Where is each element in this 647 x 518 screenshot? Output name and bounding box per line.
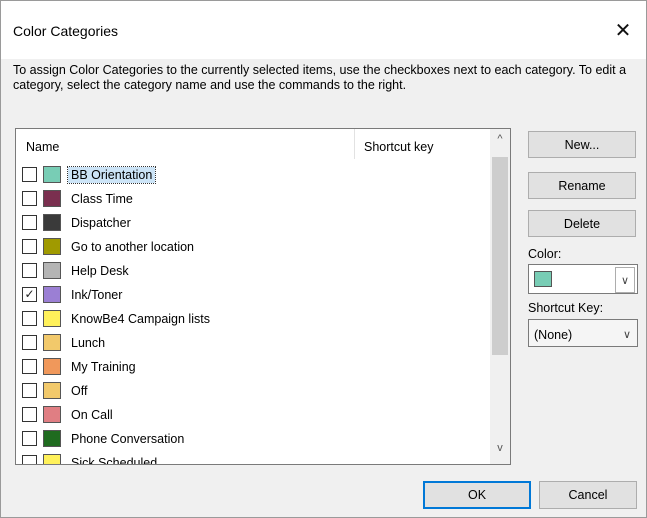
category-list[interactable]: Name Shortcut key BB Orientation Class Ti… [15,128,511,465]
category-row[interactable]: My Training [16,355,490,379]
new-button[interactable]: New... [528,131,636,158]
chevron-down-icon: ∨ [622,329,631,341]
category-name[interactable]: Lunch [68,335,108,351]
category-color-swatch [43,430,61,447]
close-button[interactable]: ✕ [601,11,645,49]
scroll-up-icon[interactable]: ^ [490,133,510,149]
category-name[interactable]: Class Time [68,191,136,207]
category-row[interactable]: Go to another location [16,235,490,259]
category-name[interactable]: Ink/Toner [68,287,125,303]
ok-button[interactable]: OK [423,481,531,509]
category-color-swatch [43,358,61,375]
category-name[interactable]: Phone Conversation [68,431,187,447]
category-color-swatch [43,166,61,183]
category-checkbox[interactable] [22,263,37,278]
category-color-swatch [43,214,61,231]
scroll-thumb[interactable] [492,157,508,355]
category-checkbox[interactable] [22,359,37,374]
window-title: Color Categories [13,23,119,39]
checkmark-icon: ✓ [24,287,35,301]
instructions-text: To assign Color Categories to the curren… [13,63,627,92]
category-row[interactable]: Phone Conversation [16,427,490,451]
category-checkbox[interactable] [22,191,37,206]
category-color-swatch [43,238,61,255]
category-color-swatch [43,190,61,207]
color-label: Color: [528,247,562,261]
category-row[interactable]: Class Time [16,187,490,211]
category-name[interactable]: BB Orientation [66,166,157,184]
category-row[interactable]: Help Desk [16,259,490,283]
cancel-button[interactable]: Cancel [539,481,637,509]
column-divider[interactable] [354,129,355,159]
category-color-swatch [43,382,61,399]
category-checkbox[interactable] [22,167,37,182]
category-color-swatch [43,262,61,279]
color-picker[interactable]: ∨ [528,264,638,294]
category-name[interactable]: On Call [68,407,116,423]
category-name[interactable]: My Training [68,359,139,375]
category-color-swatch [43,454,61,464]
category-row[interactable]: BB Orientation [16,163,490,187]
color-categories-dialog: Color Categories ✕ To assign Color Categ… [0,0,647,518]
chevron-down-icon[interactable]: ∨ [615,267,635,293]
category-checkbox[interactable] [22,383,37,398]
title-bar: Color Categories ✕ [1,1,646,59]
category-name[interactable]: KnowBe4 Campaign lists [68,311,213,327]
category-color-swatch [43,334,61,351]
column-header-shortcut-key[interactable]: Shortcut key [364,140,433,154]
delete-button[interactable]: Delete [528,210,636,237]
category-checkbox[interactable] [22,311,37,326]
close-icon: ✕ [614,19,632,42]
category-checkbox[interactable] [22,431,37,446]
category-row[interactable]: ✓ Ink/Toner [16,283,490,307]
category-row[interactable]: Sick Scheduled [16,451,490,464]
selected-color-swatch [534,271,552,287]
category-color-swatch [43,310,61,327]
category-row[interactable]: Off [16,379,490,403]
category-name[interactable]: Dispatcher [68,215,134,231]
category-row[interactable]: Lunch [16,331,490,355]
category-color-swatch [43,286,61,303]
vertical-scrollbar[interactable]: ^ v [490,129,510,464]
category-checkbox[interactable] [22,455,37,464]
category-checkbox[interactable] [22,335,37,350]
category-row[interactable]: On Call [16,403,490,427]
shortcut-key-value: (None) [534,328,573,342]
category-name[interactable]: Help Desk [68,263,132,279]
category-checkbox[interactable] [22,215,37,230]
list-header: Name Shortcut key [16,129,490,163]
category-name[interactable]: Off [68,383,90,399]
scroll-down-icon[interactable]: v [490,442,510,458]
category-checkbox[interactable] [22,407,37,422]
category-row[interactable]: KnowBe4 Campaign lists [16,307,490,331]
shortcut-key-label: Shortcut Key: [528,301,604,315]
category-checkbox[interactable]: ✓ [22,287,37,302]
column-header-name[interactable]: Name [26,140,59,154]
category-checkbox[interactable] [22,239,37,254]
category-color-swatch [43,406,61,423]
category-name[interactable]: Sick Scheduled [68,455,160,464]
rename-button[interactable]: Rename [528,172,636,199]
shortcut-key-select[interactable]: (None) ∨ [528,319,638,347]
category-name[interactable]: Go to another location [68,239,197,255]
category-row[interactable]: Dispatcher [16,211,490,235]
